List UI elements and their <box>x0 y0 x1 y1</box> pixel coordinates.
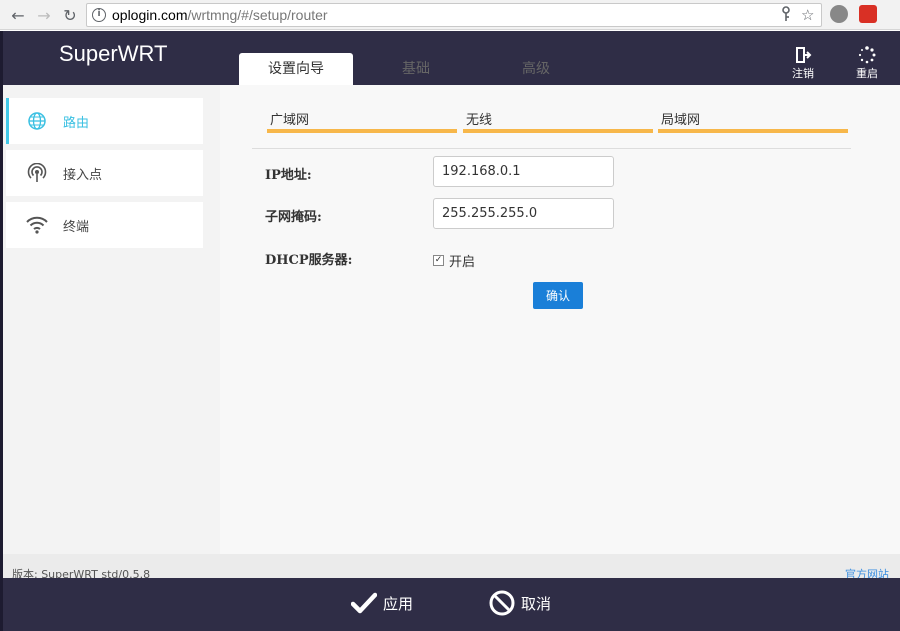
wifi-icon <box>23 216 51 234</box>
ip-address-input[interactable] <box>433 156 614 187</box>
brand-logo: SuperWRT <box>59 41 168 66</box>
sidebar-item-router[interactable]: 路由 <box>6 98 203 144</box>
address-url[interactable]: oplogin.com/wrtmng/#/setup/router <box>112 7 328 23</box>
back-icon[interactable]: ← <box>8 5 28 25</box>
url-path: /wrtmng/#/setup/router <box>187 7 328 23</box>
dhcp-checkbox-label: 开启 <box>449 255 476 270</box>
sidebar-item-label: 路由 <box>63 115 90 131</box>
tab-advanced[interactable]: 高级 <box>479 53 593 85</box>
dhcp-label: DHCP服务器: <box>265 253 353 268</box>
extension-icon[interactable] <box>859 5 877 23</box>
sidebar-item-terminal[interactable]: 终端 <box>6 202 203 248</box>
subnet-mask-label: 子网掩码: <box>265 210 322 225</box>
logout-label: 注销 <box>792 67 814 80</box>
star-icon[interactable]: ☆ <box>801 6 814 24</box>
check-icon <box>351 592 377 614</box>
divider <box>252 148 851 149</box>
subtab-lan[interactable]: 局域网 <box>658 109 848 133</box>
url-host: oplogin.com <box>112 7 188 23</box>
apply-label: 应用 <box>383 594 414 613</box>
bottom-action-bar: 应用 取消 <box>0 578 900 631</box>
globe-icon <box>23 111 51 131</box>
confirm-button[interactable]: 确认 <box>533 282 583 309</box>
footer-strip: 版本: SuperWRT std/0.5.8 官方网站 <box>0 554 900 581</box>
tab-basic[interactable]: 基础 <box>359 53 473 85</box>
reboot-spinner-icon <box>850 45 884 65</box>
subtab-wan[interactable]: 广域网 <box>267 109 457 133</box>
main-panel: 广域网 无线 局域网 IP地址: 子网掩码: DHCP服务器: ✓ 开启 确认 <box>220 85 900 554</box>
sidebar-item-access-point[interactable]: 接入点 <box>6 150 203 196</box>
subnet-mask-input[interactable] <box>433 198 614 229</box>
access-point-icon <box>23 163 51 183</box>
subtab-wireless[interactable]: 无线 <box>463 109 653 133</box>
address-bar[interactable]: i oplogin.com/wrtmng/#/setup/router ☆ <box>86 3 822 27</box>
sidebar: 路由 接入点 终端 <box>0 85 220 554</box>
reload-icon[interactable]: ↻ <box>60 5 80 25</box>
sidebar-item-label: 终端 <box>63 219 90 235</box>
dhcp-checkbox[interactable]: ✓ <box>433 255 444 266</box>
app-header: SuperWRT 设置向导 基础 高级 注销 重启 <box>0 31 900 85</box>
logout-button[interactable]: 注销 <box>786 45 820 81</box>
cancel-button[interactable]: 取消 <box>489 586 551 620</box>
logout-icon <box>786 45 820 65</box>
apply-button[interactable]: 应用 <box>351 586 413 620</box>
prohibit-icon <box>489 590 515 616</box>
dhcp-toggle: ✓ 开启 <box>433 251 475 270</box>
key-icon[interactable] <box>781 6 791 26</box>
reboot-label: 重启 <box>856 67 878 80</box>
sidebar-item-label: 接入点 <box>63 167 103 183</box>
cancel-label: 取消 <box>521 594 552 613</box>
forward-icon[interactable]: → <box>34 5 54 25</box>
browser-toolbar: ← → ↻ i oplogin.com/wrtmng/#/setup/route… <box>0 0 900 30</box>
ip-label: IP地址: <box>265 168 312 183</box>
info-icon[interactable]: i <box>92 8 106 22</box>
extension-icon[interactable] <box>830 5 848 23</box>
reboot-button[interactable]: 重启 <box>850 45 884 81</box>
tab-setup-wizard[interactable]: 设置向导 <box>239 53 353 85</box>
